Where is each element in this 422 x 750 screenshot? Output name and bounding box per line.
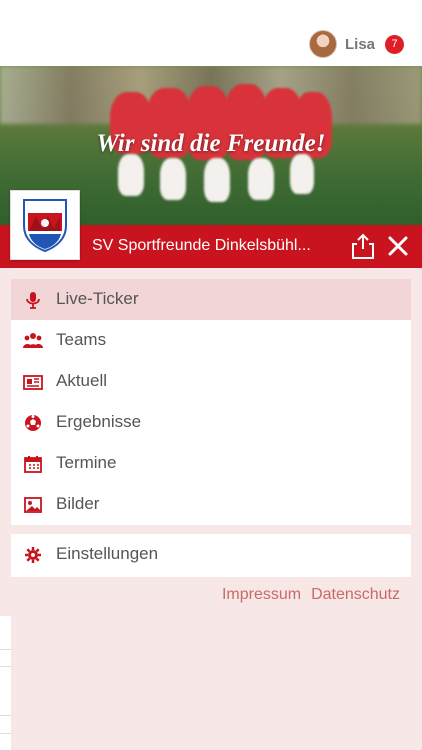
user-avatar — [308, 30, 337, 58]
close-icon[interactable] — [386, 234, 410, 258]
menu-item-teams[interactable]: Teams — [11, 320, 411, 361]
menu-item-ergebnisse[interactable]: Ergebnisse — [11, 402, 411, 443]
hero-player-shorts — [118, 154, 144, 196]
football-icon — [23, 414, 43, 432]
hero-player-shorts — [290, 154, 314, 194]
share-icon[interactable] — [350, 233, 376, 260]
datenschutz-link[interactable]: Datenschutz — [311, 586, 400, 604]
users-icon — [23, 332, 43, 350]
background-divider — [0, 733, 11, 734]
background-page-edge — [0, 616, 11, 750]
background-divider — [0, 666, 11, 667]
club-logo — [10, 190, 80, 260]
impressum-link[interactable]: Impressum — [222, 586, 301, 604]
calendar-icon — [23, 455, 43, 473]
menu-label-bilder: Bilder — [56, 494, 100, 513]
newspaper-icon — [23, 373, 43, 391]
menu-label-termine: Termine — [56, 453, 117, 472]
menu-label-aktuell: Aktuell — [56, 371, 108, 390]
menu-item-aktuell[interactable]: Aktuell — [11, 361, 411, 402]
menu-label-teams: Teams — [56, 330, 107, 349]
image-icon — [23, 496, 43, 514]
hero-player-shorts — [204, 158, 230, 202]
settings-label: Einstellungen — [56, 544, 159, 563]
top-bar: Lisa 7 — [0, 0, 422, 66]
background-divider — [0, 649, 11, 650]
club-title: SV Sportfreunde Dinkelsbühl... — [92, 237, 311, 254]
menu-label-ergebnisse: Ergebnisse — [56, 412, 142, 431]
hero-slogan: Wir sind die Freunde! — [96, 130, 326, 157]
microphone-icon — [23, 291, 43, 309]
user-menu[interactable]: Lisa 7 — [308, 30, 404, 58]
settings-item[interactable]: Einstellungen — [11, 534, 411, 577]
hero-player-shorts — [248, 158, 274, 200]
menu-label-live-ticker: Live-Ticker — [56, 289, 139, 308]
menu-item-live-ticker[interactable]: Live-Ticker — [11, 279, 411, 320]
background-divider — [0, 715, 11, 716]
main-menu: Live-Ticker Teams Aktuell Ergebnisse Ter… — [11, 279, 411, 525]
menu-item-bilder[interactable]: Bilder — [11, 484, 411, 525]
user-name: Lisa — [344, 35, 375, 53]
footer-links: Impressum Datenschutz — [222, 586, 400, 604]
gear-icon — [23, 546, 43, 564]
hero-player-shorts — [160, 158, 186, 200]
menu-item-termine[interactable]: Termine — [11, 443, 411, 484]
notification-badge: 7 — [385, 34, 404, 54]
